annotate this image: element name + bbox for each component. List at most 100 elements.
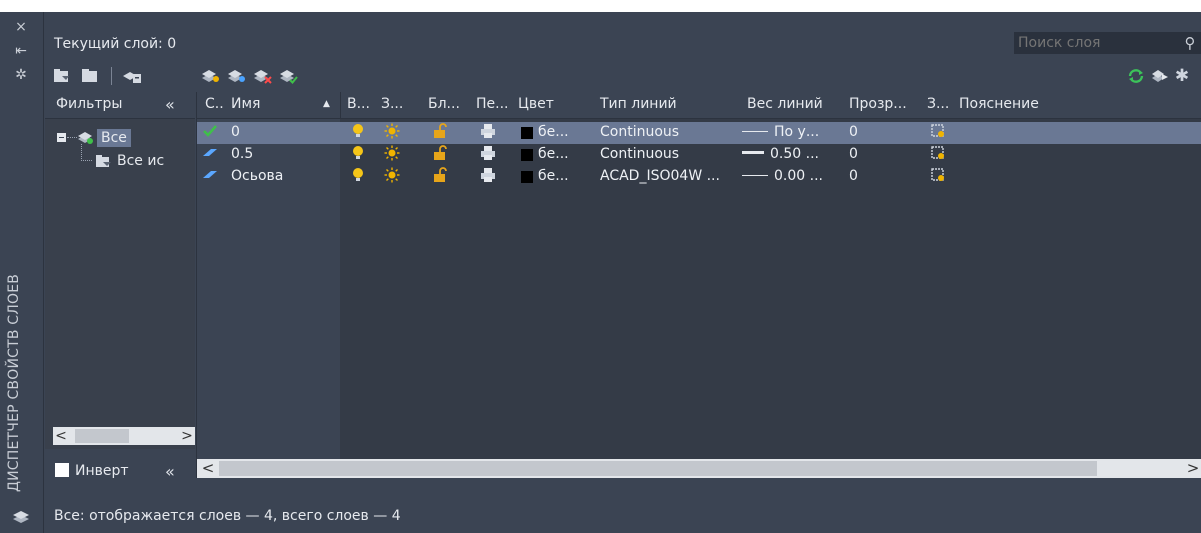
layer-status-icon — [201, 167, 219, 185]
layer-color[interactable]: бе... — [538, 124, 569, 140]
new-layer-vp-frozen-icon[interactable] — [226, 67, 246, 85]
color-swatch[interactable] — [521, 127, 533, 139]
layer-linetype[interactable]: Continuous — [600, 124, 679, 140]
layer-states-icon[interactable] — [122, 67, 142, 85]
tree-connector — [67, 137, 77, 138]
col-freeze[interactable]: З... — [381, 96, 403, 112]
col-description[interactable]: Пояснение — [959, 96, 1039, 112]
refresh-icon[interactable] — [1126, 67, 1146, 85]
search-input[interactable] — [1014, 32, 1182, 54]
new-vp-freeze-icon[interactable] — [929, 123, 947, 141]
collapse-filters-icon[interactable]: « — [165, 95, 175, 114]
lineweight-sample — [742, 151, 764, 154]
layer-linetype[interactable]: ACAD_ISO04W ... — [600, 168, 720, 184]
checkbox-icon[interactable] — [55, 463, 69, 477]
layer-lineweight[interactable]: 0.50 ... — [742, 146, 819, 162]
new-group-filter-icon[interactable] — [80, 67, 100, 85]
tree-node-label: Все ис — [117, 153, 165, 169]
lightbulb-on-icon[interactable] — [349, 145, 367, 163]
toolbar-separator — [111, 67, 112, 85]
layer-search[interactable]: ⚲ — [1014, 32, 1201, 54]
set-current-icon[interactable] — [278, 67, 298, 85]
delete-layer-icon[interactable] — [252, 67, 272, 85]
col-plot[interactable]: Пе... — [476, 96, 509, 112]
close-icon[interactable]: × — [10, 18, 32, 36]
layer-list: С.. Имя ▲ В... З... Бл... Пе... Цвет Тип… — [196, 92, 1201, 478]
color-swatch[interactable] — [521, 149, 533, 161]
table-row[interactable]: 0 бе... Continuous По у... 0 — [197, 122, 1201, 144]
current-layer-check-icon — [201, 123, 219, 141]
layer-name[interactable]: 0 — [231, 124, 240, 140]
layer-lineweight[interactable]: По у... — [742, 124, 819, 140]
sun-thawed-icon[interactable] — [383, 145, 401, 163]
properties-icon[interactable]: ✲ — [10, 66, 32, 84]
scroll-thumb[interactable] — [75, 429, 129, 443]
col-new-vp-freeze[interactable]: З... — [927, 96, 949, 112]
autohide-icon[interactable]: ⇤ — [10, 42, 32, 60]
layer-color[interactable]: бе... — [538, 168, 569, 184]
layer-rows: 0 бе... Continuous По у... 0 0.5 бе... Continuo… — [197, 119, 1201, 459]
filters-panel: Фильтры « Все Все ис < > — [45, 92, 195, 478]
color-swatch[interactable] — [521, 171, 533, 183]
used-layers-filter-icon — [95, 153, 113, 173]
filters-header: Фильтры « — [45, 92, 195, 119]
sort-ascending-icon: ▲ — [323, 99, 330, 109]
printer-icon[interactable] — [479, 145, 497, 163]
tree-node-all-used[interactable]: Все ис — [57, 144, 195, 174]
lineweight-value: По у... — [774, 124, 820, 140]
col-status[interactable]: С.. — [205, 96, 224, 112]
layer-transparency[interactable]: 0 — [849, 168, 858, 184]
column-divider[interactable] — [340, 92, 341, 118]
lightbulb-on-icon[interactable] — [349, 123, 367, 141]
table-row[interactable]: Осьова бе... ACAD_ISO04W ... 0.00 ... 0 — [197, 166, 1201, 188]
layer-linetype[interactable]: Continuous — [600, 146, 679, 162]
layer-transparency[interactable]: 0 — [849, 146, 858, 162]
unlocked-icon[interactable] — [431, 145, 449, 163]
invert-filter-checkbox[interactable]: Инверт — [55, 463, 129, 479]
layer-lineweight[interactable]: 0.00 ... — [742, 168, 823, 184]
column-headers: С.. Имя ▲ В... З... Бл... Пе... Цвет Тип… — [197, 92, 1201, 119]
col-lock[interactable]: Бл... — [428, 96, 460, 112]
layer-name[interactable]: 0.5 — [231, 146, 253, 162]
col-on[interactable]: В... — [347, 96, 370, 112]
scroll-left-icon[interactable]: < — [53, 427, 69, 445]
status-bar: Все: отображается слоев — 4, всего слоев… — [54, 508, 401, 524]
sun-thawed-icon[interactable] — [383, 123, 401, 141]
filters-title: Фильтры — [56, 96, 123, 112]
col-lineweight[interactable]: Вес линий — [747, 96, 823, 112]
filters-horizontal-scrollbar[interactable]: < > — [53, 427, 195, 445]
palette-title-bar: × ⇤ ✲ ДИСПЕТЧЕР СВОЙСТВ СЛОЕВ — [0, 12, 44, 533]
col-color[interactable]: Цвет — [518, 96, 554, 112]
sun-thawed-icon[interactable] — [383, 167, 401, 185]
scroll-thumb[interactable] — [219, 461, 1097, 476]
col-name[interactable]: Имя — [231, 96, 260, 112]
layers-horizontal-scrollbar[interactable]: < > — [197, 459, 1201, 478]
new-vp-freeze-icon[interactable] — [929, 167, 947, 185]
unlocked-icon[interactable] — [431, 123, 449, 141]
scroll-right-icon[interactable]: > — [179, 427, 195, 445]
layer-properties-palette: × ⇤ ✲ ДИСПЕТЧЕР СВОЙСТВ СЛОЕВ Текущий сл… — [0, 12, 1201, 533]
layer-name[interactable]: Осьова — [231, 168, 283, 184]
settings-arrow-icon[interactable] — [1149, 67, 1169, 85]
col-transparency[interactable]: Прозр... — [849, 96, 907, 112]
layer-color[interactable]: бе... — [538, 146, 569, 162]
collapse-filter-tree-icon[interactable]: « — [165, 462, 175, 481]
lineweight-sample — [742, 131, 768, 132]
unlocked-icon[interactable] — [431, 167, 449, 185]
scroll-right-icon[interactable]: > — [1184, 459, 1201, 478]
new-vp-freeze-icon[interactable] — [929, 145, 947, 163]
printer-icon[interactable] — [479, 167, 497, 185]
table-row[interactable]: 0.5 бе... Continuous 0.50 ... 0 — [197, 144, 1201, 166]
search-icon[interactable]: ⚲ — [1179, 32, 1201, 54]
lineweight-value: 0.50 ... — [770, 146, 819, 162]
new-layer-icon[interactable] — [200, 67, 220, 85]
lightbulb-on-icon[interactable] — [349, 167, 367, 185]
tree-connector — [81, 144, 92, 161]
scroll-left-icon[interactable]: < — [199, 459, 217, 478]
layer-transparency[interactable]: 0 — [849, 124, 858, 140]
expand-collapse-icon[interactable] — [57, 133, 66, 142]
printer-icon[interactable] — [479, 123, 497, 141]
new-property-filter-icon[interactable] — [52, 67, 72, 85]
settings-gear-icon[interactable]: ✱ — [1172, 67, 1192, 85]
col-linetype[interactable]: Тип линий — [600, 96, 677, 112]
